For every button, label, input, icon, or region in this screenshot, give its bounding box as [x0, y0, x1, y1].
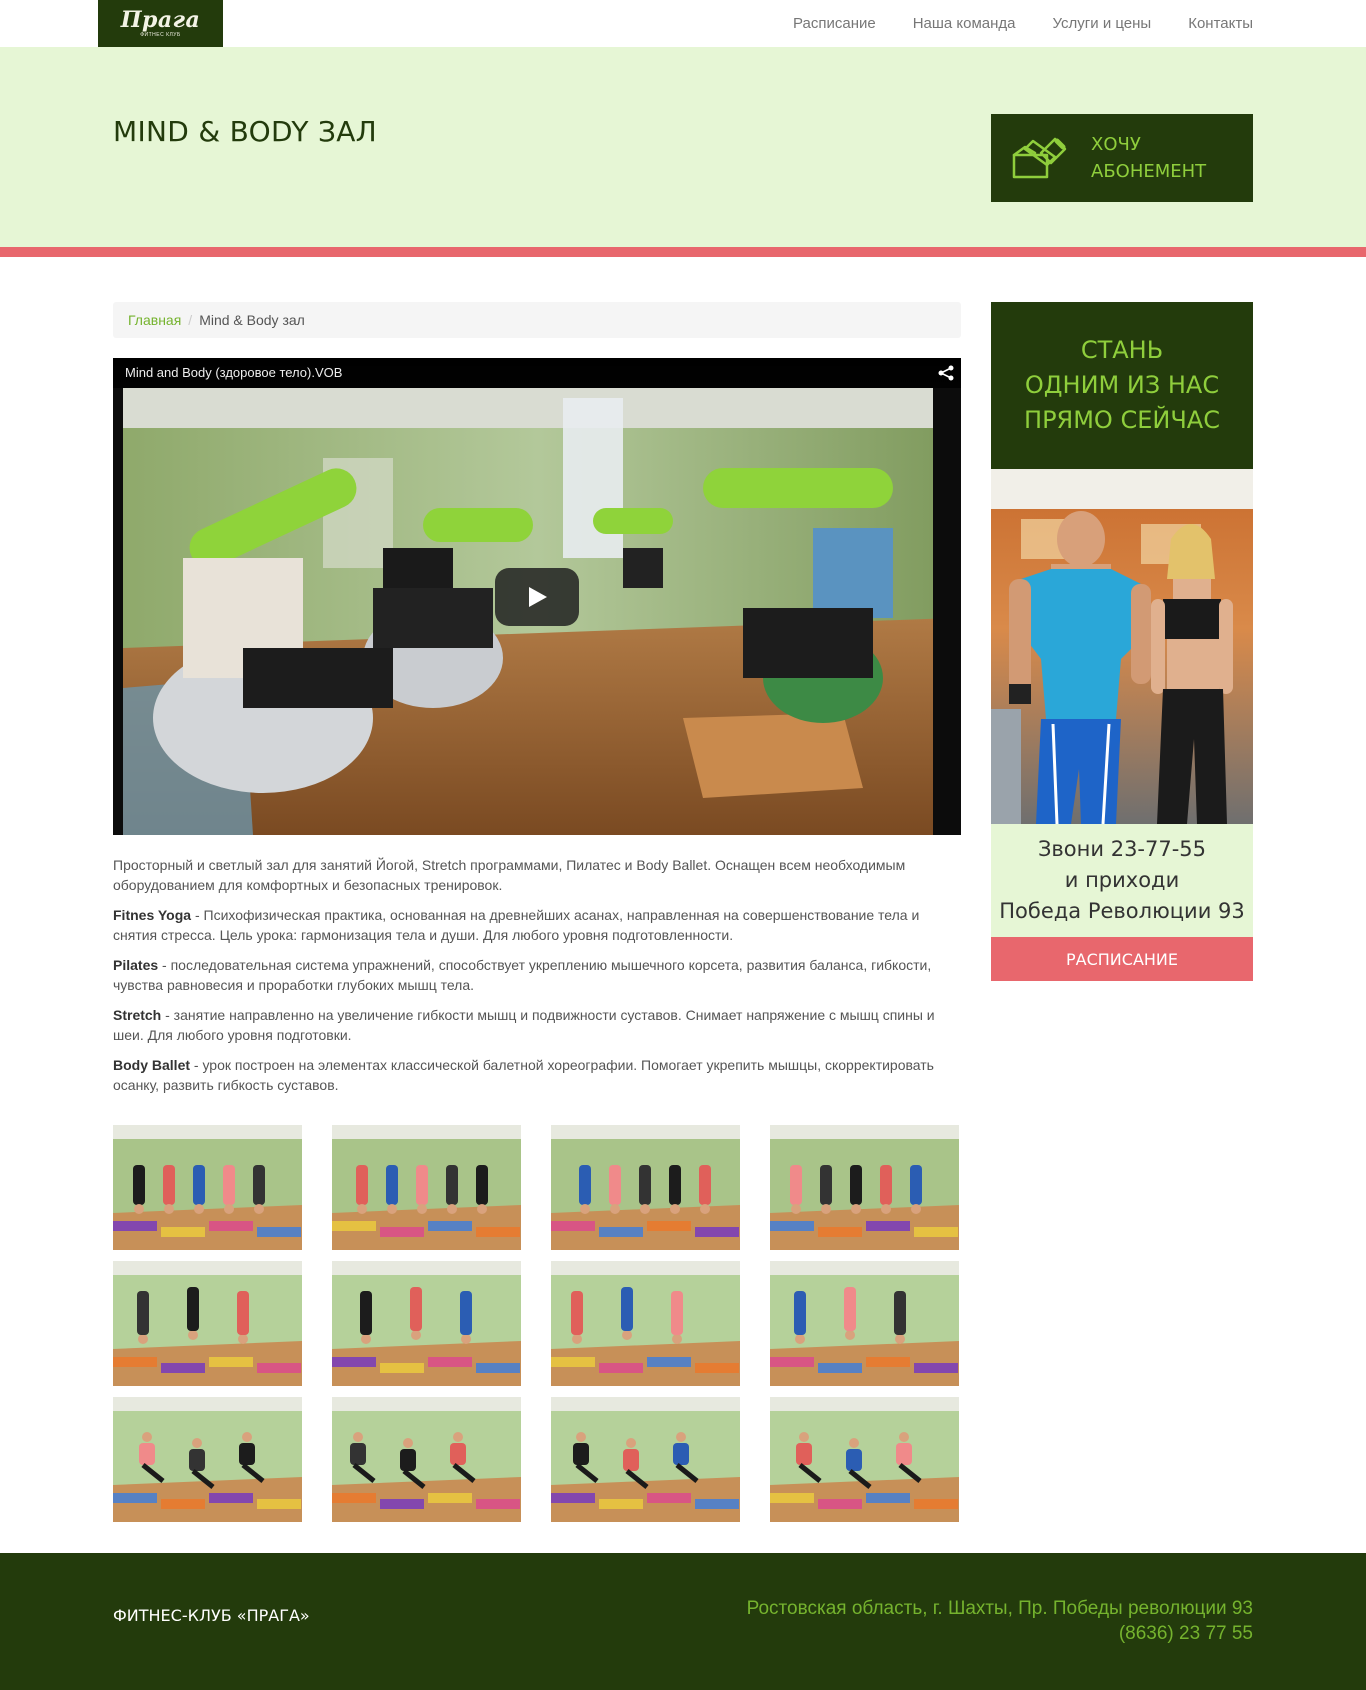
logo-subtitle: ФИТНЕС КЛУБ [140, 32, 181, 38]
breadcrumb-current: Mind & Body зал [199, 312, 305, 328]
gallery-photo [770, 1397, 959, 1522]
promo-heading: Стань одним из нас прямо сейчас [1024, 336, 1220, 434]
trainers-image [991, 469, 1253, 824]
nav-link-team[interactable]: Наша команда [913, 15, 1016, 32]
footer-contacts: Ростовская область, г. Шахты, Пр. Победы… [747, 1596, 1253, 1646]
address-line: Победа Революции 93 [999, 899, 1245, 923]
footer-phone[interactable]: (8636) 23 77 55 [747, 1621, 1253, 1646]
site-footer: Фитнес-клуб «Прага» Ростовская область, … [0, 1553, 1366, 1690]
photo-gallery [113, 1125, 961, 1522]
cta-line-2: абонемент [1091, 161, 1207, 182]
nav-link-services[interactable]: Услуги и цены [1053, 15, 1152, 32]
item-text: - занятие направленно на увеличение гибк… [113, 1007, 935, 1043]
cta-line-1: Хочу [1091, 134, 1141, 155]
play-icon [529, 587, 547, 607]
nav-link-contacts[interactable]: Контакты [1188, 15, 1253, 32]
subscription-cta-button[interactable]: Хочу абонемент [991, 114, 1253, 202]
invite-line: и приходи [1064, 868, 1180, 892]
cta-label: Хочу абонемент [1091, 131, 1206, 185]
breadcrumb-home-link[interactable]: Главная [128, 312, 181, 328]
gallery-photo [332, 1261, 521, 1386]
gallery-photo [113, 1261, 302, 1386]
gallery-thumbnail[interactable] [551, 1261, 740, 1386]
hero-section: MIND & BODY ЗАЛ Хочу абонемент [0, 47, 1366, 247]
share-icon[interactable] [937, 364, 955, 382]
item-text: - урок построен на элементах классическо… [113, 1057, 934, 1093]
hall-description: Просторный и светлый зал для занятий Йог… [113, 855, 961, 1105]
breadcrumb-separator: / [188, 312, 193, 328]
gallery-thumbnail[interactable] [770, 1261, 959, 1386]
description-item: Pilates - последовательная система упраж… [113, 955, 961, 995]
gallery-photo [332, 1397, 521, 1522]
site-logo[interactable]: Прага ФИТНЕС КЛУБ [98, 0, 223, 47]
description-intro: Просторный и светлый зал для занятий Йог… [113, 857, 906, 893]
item-name: Pilates [113, 957, 159, 973]
ticket-pen-icon [1012, 137, 1067, 179]
gallery-thumbnail[interactable] [770, 1125, 959, 1250]
phone-line: Звони 23-77-55 [1037, 837, 1207, 861]
gallery-photo [770, 1125, 959, 1250]
item-name: Fitnes Yoga [113, 907, 192, 923]
gallery-photo [113, 1125, 302, 1250]
gallery-photo [770, 1261, 959, 1386]
gallery-photo [551, 1125, 740, 1250]
gallery-photo [551, 1397, 740, 1522]
gallery-thumbnail[interactable] [770, 1397, 959, 1522]
video-titlebar: Mind and Body (здоровое тело).VOB [113, 358, 961, 388]
top-navbar: Прага ФИТНЕС КЛУБ Расписание Наша команд… [0, 0, 1366, 47]
nav-link-schedule[interactable]: Расписание [793, 15, 876, 32]
gallery-thumbnail[interactable] [332, 1125, 521, 1250]
item-name: Stretch [113, 1007, 162, 1023]
item-text: - Психофизическая практика, основанная н… [113, 907, 920, 943]
footer-brand: Фитнес-клуб «Прага» [113, 1606, 310, 1625]
video-player[interactable]: Mind and Body (здоровое тело).VOB [113, 358, 961, 835]
logo-wordmark: Прага [120, 7, 201, 33]
gallery-thumbnail[interactable] [332, 1397, 521, 1522]
sidebar-promo-banner: Стань одним из нас прямо сейчас [991, 302, 1253, 469]
main-nav: Расписание Наша команда Услуги и цены Ко… [793, 0, 1253, 47]
gallery-thumbnail[interactable] [551, 1125, 740, 1250]
description-item: Body Ballet - урок построен на элементах… [113, 1055, 961, 1095]
gallery-thumbnail[interactable] [551, 1397, 740, 1522]
gallery-photo [551, 1261, 740, 1386]
description-item: Stretch - занятие направленно на увеличе… [113, 1005, 961, 1045]
page-title: MIND & BODY ЗАЛ [113, 115, 378, 148]
item-text: - последовательная система упражнений, с… [113, 957, 932, 993]
sidebar-contact-info: Звони 23-77-55 и приходи Победа Революци… [991, 824, 1253, 937]
gallery-thumbnail[interactable] [332, 1261, 521, 1386]
trainers-photo [991, 469, 1253, 824]
gallery-photo [113, 1397, 302, 1522]
gallery-photo [332, 1125, 521, 1250]
description-item: Fitnes Yoga - Психофизическая практика, … [113, 905, 961, 945]
gallery-thumbnail[interactable] [113, 1125, 302, 1250]
video-title[interactable]: Mind and Body (здоровое тело).VOB [125, 365, 342, 380]
gallery-thumbnail[interactable] [113, 1261, 302, 1386]
schedule-button[interactable]: Расписание [991, 937, 1253, 981]
gallery-thumbnail[interactable] [113, 1397, 302, 1522]
video-play-button[interactable] [495, 568, 579, 626]
breadcrumb: Главная / Mind & Body зал [113, 302, 961, 338]
hero-divider-stripe [0, 247, 1366, 257]
item-name: Body Ballet [113, 1057, 191, 1073]
footer-address: Ростовская область, г. Шахты, Пр. Победы… [746, 1598, 1253, 1619]
